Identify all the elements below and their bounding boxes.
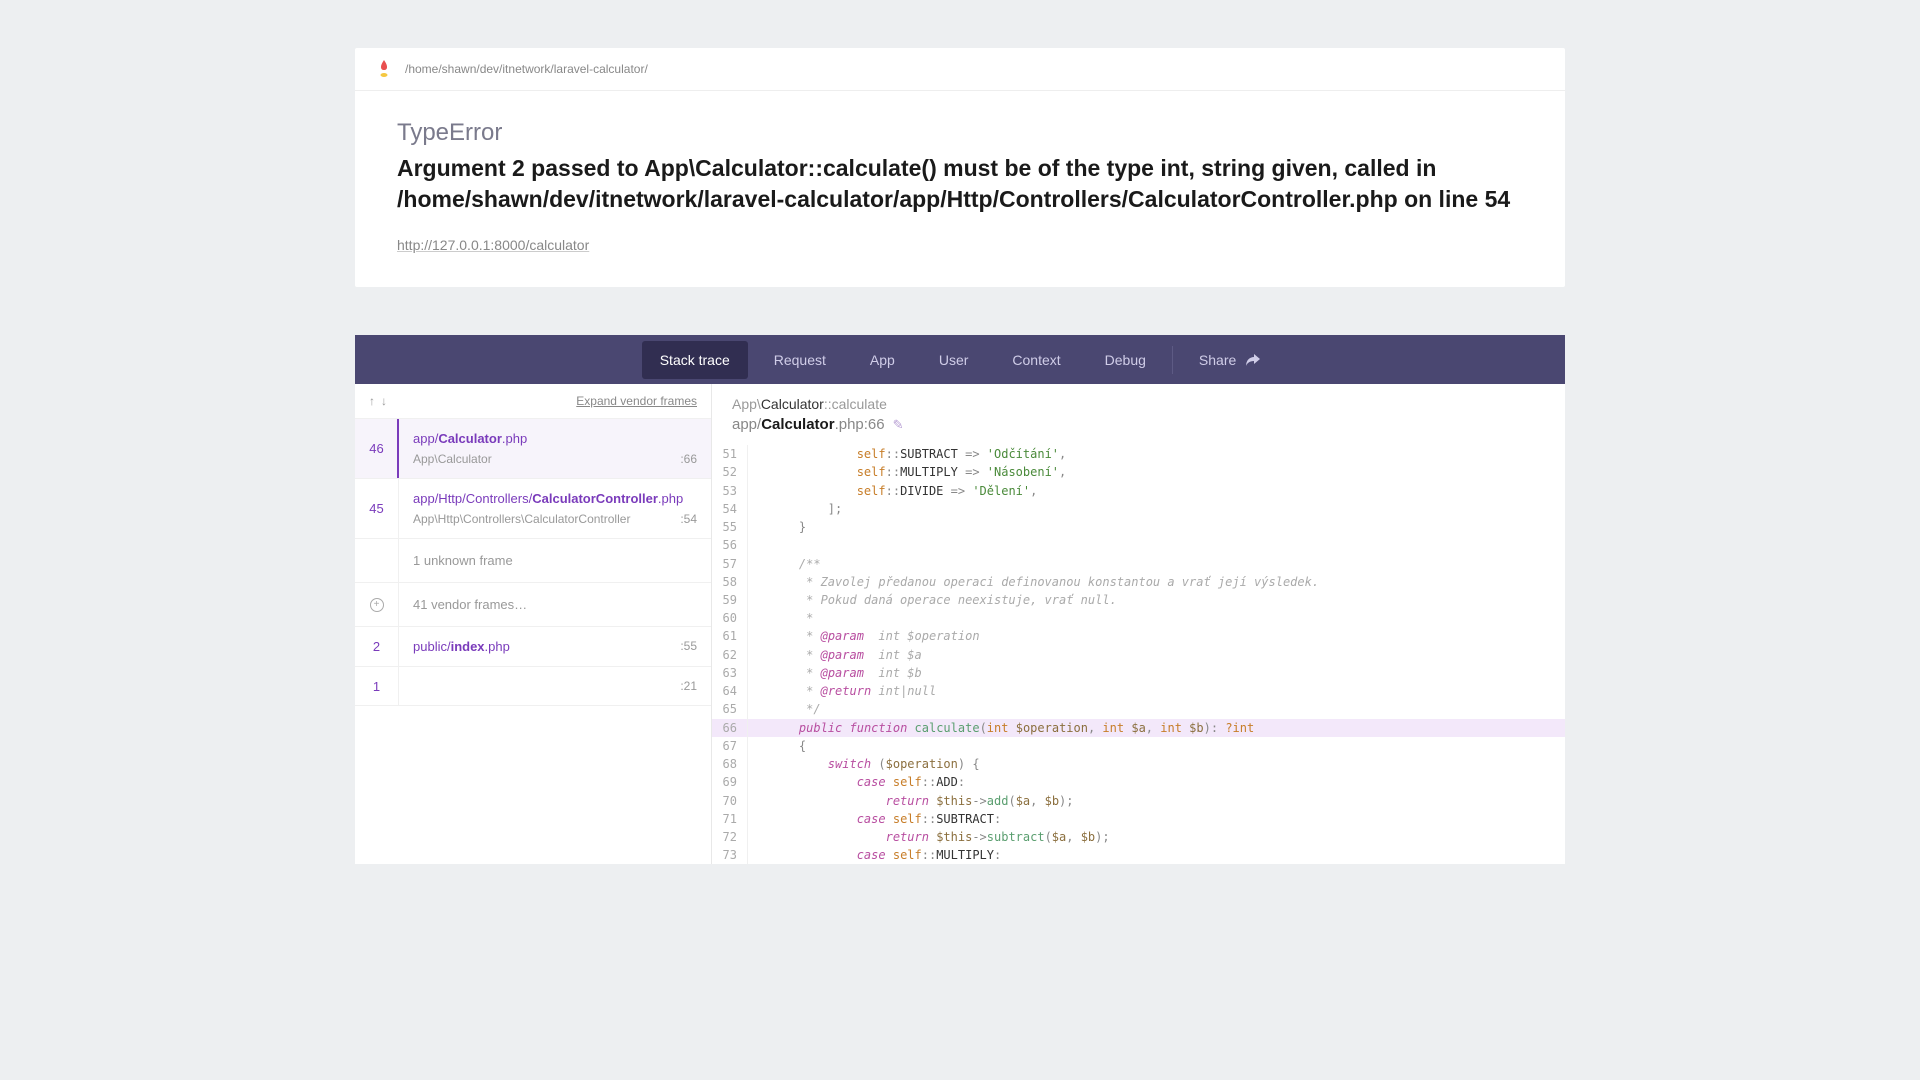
code-line: 53 self::DIVIDE => 'Dělení',: [712, 482, 1565, 500]
code-line: 60 *: [712, 609, 1565, 627]
code-line: 70 return $this->add($a, $b);: [712, 792, 1565, 810]
plus-circle-icon[interactable]: +: [355, 583, 399, 626]
tab-divider: [1172, 346, 1173, 374]
tab-user[interactable]: User: [917, 335, 991, 384]
code-line: 56: [712, 536, 1565, 554]
sidebar-header: ↑ ↓ Expand vendor frames: [355, 384, 711, 419]
frame-number: 46: [355, 419, 399, 478]
frame-1[interactable]: 1 :21: [355, 667, 711, 706]
frame-46[interactable]: 46 app/Calculator.php App\Calculator :66: [355, 419, 711, 479]
expand-vendor-frames[interactable]: Expand vendor frames: [576, 394, 697, 408]
code-header: App\Calculator::calculate app/Calculator…: [712, 384, 1565, 445]
code-filepath: app/Calculator.php:66 ✎: [732, 416, 1545, 433]
code-line: 68 switch ($operation) {: [712, 755, 1565, 773]
frame-vendor[interactable]: + 41 vendor frames…: [355, 583, 711, 627]
code-line: 52 self::MULTIPLY => 'Násobení',: [712, 463, 1565, 481]
frame-number: 45: [355, 479, 399, 538]
card-body: TypeError Argument 2 passed to App\Calcu…: [355, 91, 1565, 287]
code-line: 57 /**: [712, 555, 1565, 573]
frame-number: 1: [355, 667, 399, 705]
frame-number: 2: [355, 627, 399, 666]
code-line: 72 return $this->subtract($a, $b);: [712, 828, 1565, 846]
code-line: 59 * Pokud daná operace neexistuje, vrať…: [712, 591, 1565, 609]
tab-request[interactable]: Request: [752, 335, 848, 384]
share-label: Share: [1199, 352, 1236, 368]
code-line: 64 * @return int|null: [712, 682, 1565, 700]
tab-context[interactable]: Context: [990, 335, 1082, 384]
error-card: /home/shawn/dev/itnetwork/laravel-calcul…: [355, 48, 1565, 287]
code-line: 69 case self::ADD:: [712, 773, 1565, 791]
frame-45[interactable]: 45 app/Http/Controllers/CalculatorContro…: [355, 479, 711, 539]
share-icon: [1246, 353, 1260, 367]
code-line: 71 case self::SUBTRACT:: [712, 810, 1565, 828]
code-block: 51 self::SUBTRACT => 'Odčítání',52 self:…: [712, 445, 1565, 864]
code-breadcrumb: App\Calculator::calculate: [732, 396, 1545, 412]
arrow-down-icon[interactable]: ↓: [381, 394, 387, 408]
code-line: 54 ];: [712, 500, 1565, 518]
code-line: 62 * @param int $a: [712, 646, 1565, 664]
error-message: Argument 2 passed to App\Calculator::cal…: [397, 153, 1523, 215]
tab-app[interactable]: App: [848, 335, 917, 384]
stack-sidebar: ↑ ↓ Expand vendor frames 46 app/Calculat…: [355, 384, 712, 864]
code-line: 51 self::SUBTRACT => 'Odčítání',: [712, 445, 1565, 463]
code-line: 66 public function calculate(int $operat…: [712, 719, 1565, 737]
ignition-logo-icon: [377, 60, 391, 78]
tab-debug[interactable]: Debug: [1083, 335, 1168, 384]
error-type: TypeError: [397, 119, 1523, 147]
pencil-icon[interactable]: ✎: [893, 417, 904, 433]
error-url[interactable]: http://127.0.0.1:8000/calculator: [397, 237, 589, 253]
code-panel: App\Calculator::calculate app/Calculator…: [712, 384, 1565, 864]
card-header: /home/shawn/dev/itnetwork/laravel-calcul…: [355, 48, 1565, 91]
main-panel: ↑ ↓ Expand vendor frames 46 app/Calculat…: [355, 384, 1565, 864]
frame-number: .: [355, 539, 399, 582]
tabs-bar: Stack trace Request App User Context Deb…: [355, 335, 1565, 384]
code-line: 65 */: [712, 700, 1565, 718]
code-line: 73 case self::MULTIPLY:: [712, 846, 1565, 864]
code-line: 58 * Zavolej předanou operaci definovano…: [712, 573, 1565, 591]
frame-unknown[interactable]: . 1 unknown frame: [355, 539, 711, 583]
tab-stack-trace[interactable]: Stack trace: [642, 341, 748, 379]
frame-2[interactable]: 2 public/index.php :55: [355, 627, 711, 667]
code-line: 61 * @param int $operation: [712, 627, 1565, 645]
code-line: 67 {: [712, 737, 1565, 755]
code-line: 63 * @param int $b: [712, 664, 1565, 682]
project-path: /home/shawn/dev/itnetwork/laravel-calcul…: [405, 62, 648, 76]
code-line: 55 }: [712, 518, 1565, 536]
arrow-up-icon[interactable]: ↑: [369, 394, 375, 408]
tab-share[interactable]: Share: [1177, 335, 1282, 384]
